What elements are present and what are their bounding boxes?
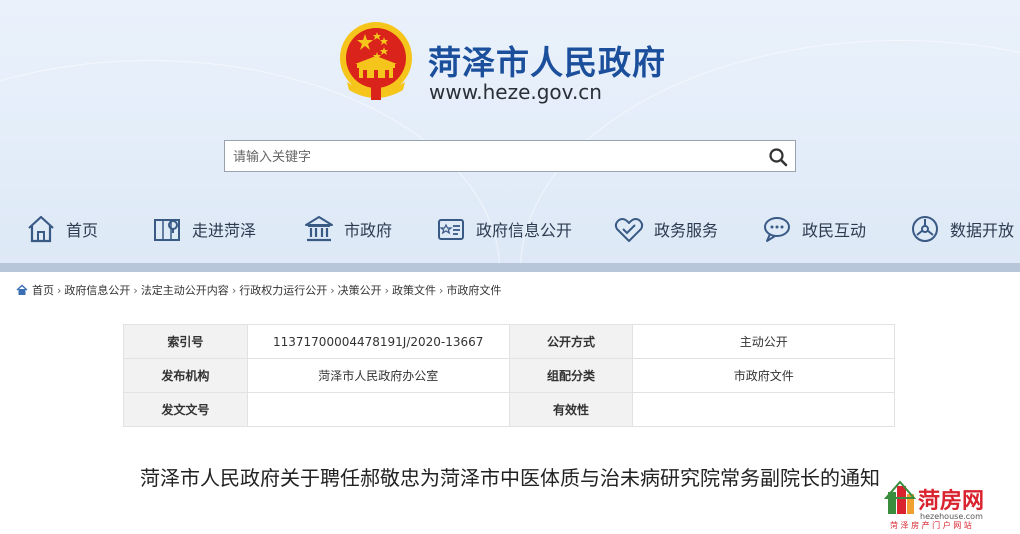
svg-text:hezehouse.com: hezehouse.com [920,512,983,521]
breadcrumb-link[interactable]: 法定主动公开内容 [141,282,229,298]
nav-label: 市政府 [344,221,393,240]
info-public-icon [436,214,466,244]
national-emblem-icon [337,20,415,102]
nav-label: 政务服务 [654,221,719,240]
table-row: 索引号 11371700004478191J/2020-13667 公开方式 主… [123,324,895,359]
site-title: 菏泽市人民政府 [428,43,666,82]
search-icon [769,148,788,167]
table-value [246,392,510,427]
breadcrumb: 首页 › 政府信息公开 › 法定主动公开内容 › 行政权力运行公开 › 决策公开… [16,282,501,298]
nav-label: 数据开放 [950,221,1015,240]
breadcrumb-separator: › [231,283,237,297]
search-input[interactable] [233,146,753,168]
breadcrumb-link[interactable]: 政策文件 [392,282,436,298]
breadcrumb-link[interactable]: 政府信息公开 [64,282,130,298]
svg-text:菏 泽 房 产 门 户 网 站: 菏 泽 房 产 门 户 网 站 [890,520,972,530]
nav-label: 首页 [66,221,99,240]
breadcrumb-link[interactable]: 市政府文件 [446,282,501,298]
search-bar [224,140,796,172]
nav-item-city-government[interactable]: 市政府 [304,208,392,250]
table-label: 组配分类 [508,358,634,393]
search-button[interactable] [765,144,791,170]
nav-item-data-open[interactable]: 数据开放 [910,208,1014,250]
home-icon [26,214,56,244]
table-label: 有效性 [508,392,634,427]
breadcrumb-link[interactable]: 行政权力运行公开 [239,282,327,298]
table-value: 主动公开 [632,324,895,359]
table-label: 发布机构 [123,358,248,393]
breadcrumb-separator: › [439,283,444,297]
breadcrumb-separator: › [384,283,390,297]
nav-item-zoujin-heze[interactable]: 走进菏泽 [152,208,256,250]
table-value: 菏泽市人民政府办公室 [246,358,510,393]
main-nav: 首页 走进菏泽 市政府 政府信息公开 政务服务 政民互动 数据开放 [0,208,1020,250]
breadcrumb-separator: › [57,283,62,297]
map-icon [152,214,182,244]
nav-item-citizen-interaction[interactable]: 政民互动 [762,208,866,250]
home-icon[interactable] [16,284,28,296]
nav-label: 走进菏泽 [192,221,257,240]
nav-item-government-info-public[interactable]: 政府信息公开 [436,208,572,250]
header-divider [0,263,1020,272]
table-row: 发文文号 有效性 [123,392,895,427]
nav-label: 政府信息公开 [476,221,573,240]
table-label: 发文文号 [123,392,248,427]
breadcrumb-separator: › [133,283,138,297]
table-label: 公开方式 [508,324,634,359]
breadcrumb-link[interactable]: 决策公开 [338,282,382,298]
breadcrumb-separator: › [330,283,335,297]
nav-label: 政民互动 [802,221,867,240]
handshake-icon [614,214,644,244]
nav-item-government-services[interactable]: 政务服务 [614,208,718,250]
table-label: 索引号 [123,324,248,359]
table-value [632,392,895,427]
document-title: 菏泽市人民政府关于聘任郝敬忠为菏泽市中医体质与治未病研究院常务副院长的通知 [140,466,880,490]
hezehouse-watermark-logo: 菏房网 hezehouse.com 菏 泽 房 产 门 户 网 站 [883,478,1016,530]
site-url[interactable]: www.heze.gov.cn [429,80,602,104]
data-open-icon [910,214,940,244]
chat-icon [762,214,792,244]
site-header: 菏泽市人民政府 www.heze.gov.cn 首页 [0,0,1020,272]
svg-text:菏房网: 菏房网 [918,488,984,514]
table-value: 市政府文件 [632,358,895,393]
table-value: 11371700004478191J/2020-13667 [246,324,510,359]
nav-item-home[interactable]: 首页 [26,208,98,250]
table-row: 发布机构 菏泽市人民政府办公室 组配分类 市政府文件 [123,358,895,393]
breadcrumb-link[interactable]: 首页 [32,282,54,298]
government-building-icon [304,214,334,244]
document-info-table: 索引号 11371700004478191J/2020-13667 公开方式 主… [123,324,895,427]
